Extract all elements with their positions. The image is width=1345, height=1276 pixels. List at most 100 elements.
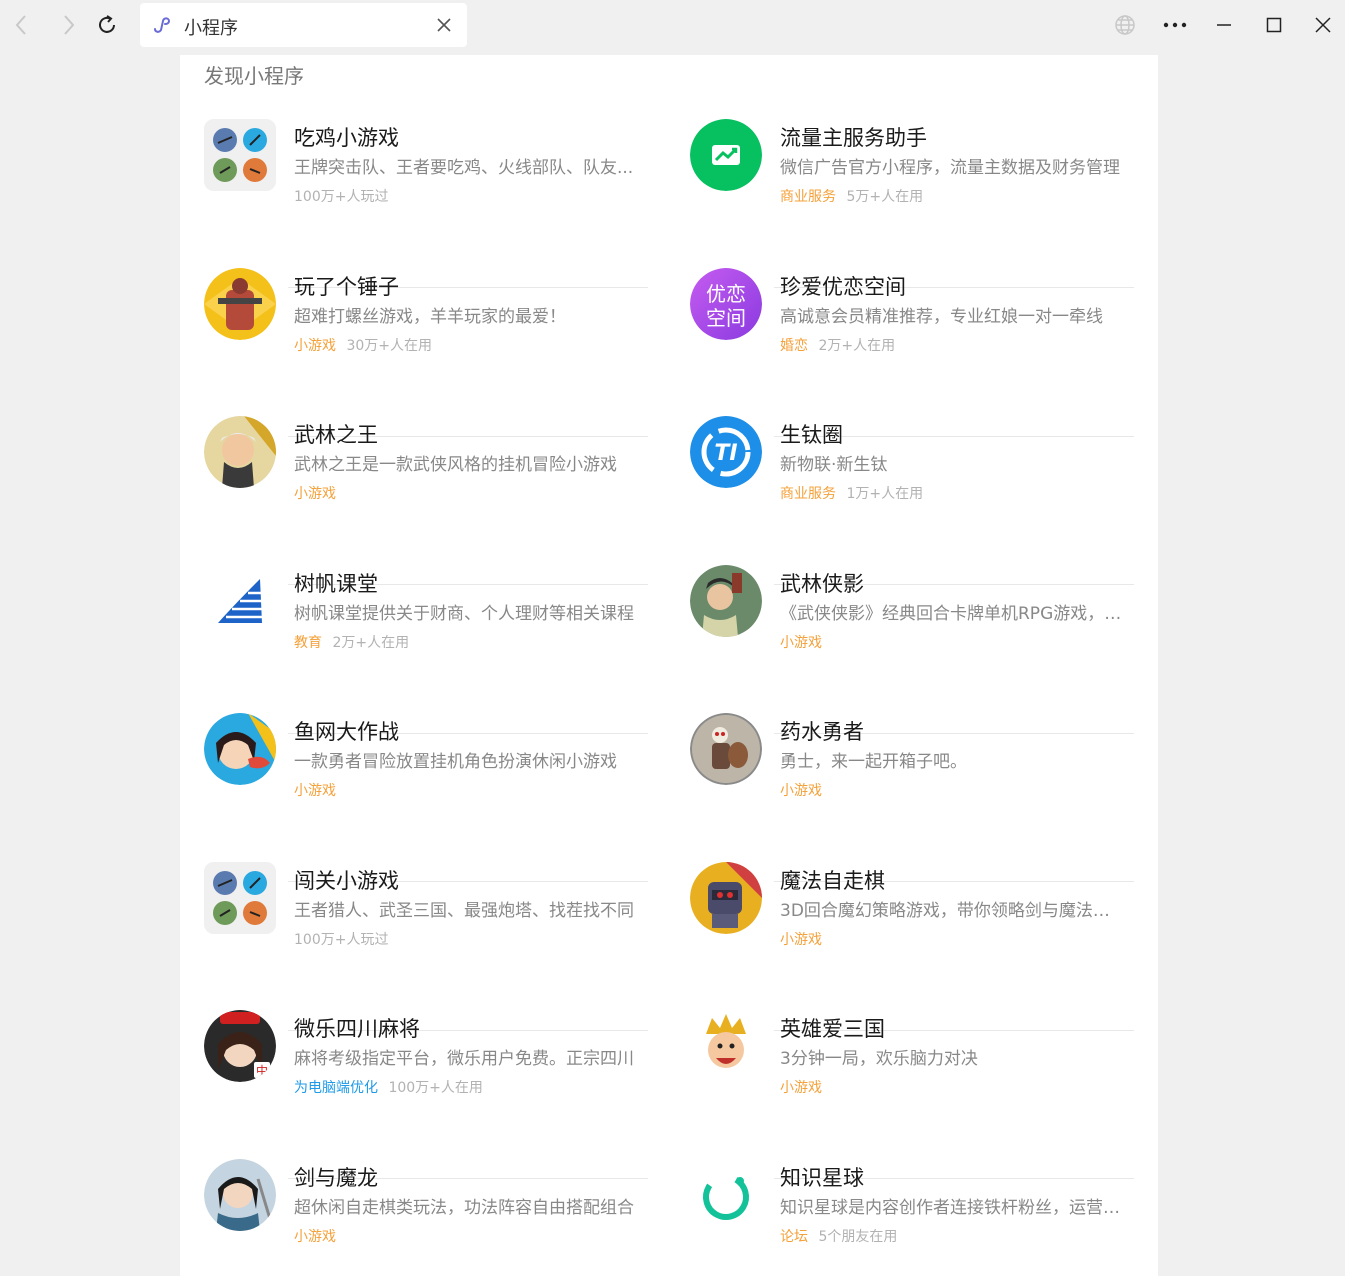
item-description: 新物联·新生钛 — [780, 455, 888, 475]
item-description: 微信广告官方小程序，流量主数据及财务管理 — [780, 158, 1120, 178]
item-user-count: 2万+人在用 — [818, 337, 896, 354]
mini-program-item[interactable]: 魔法自走棋 3D回合魔幻策略游戏，带你领略剑与魔法的世界 小游戏 — [690, 858, 1150, 1031]
item-description: 3分钟一局，欢乐脑力对决 — [780, 1049, 978, 1069]
item-name: 药水勇者 — [780, 720, 864, 744]
back-button[interactable] — [6, 8, 36, 42]
title-bar: 小程序 — [0, 0, 1345, 50]
forward-button[interactable] — [54, 8, 84, 42]
mini-program-item[interactable]: 知识星球 知识星球是内容创作者连接铁杆粉丝，运营社群 论坛 5个朋友在用 — [690, 1155, 1150, 1276]
forward-arrow-icon — [64, 15, 75, 35]
item-tag: 商业服务 — [780, 189, 836, 205]
hero-avatar-icon — [690, 564, 762, 637]
item-tag: 小游戏 — [780, 1080, 822, 1096]
planet-logo-icon — [690, 1158, 762, 1231]
mini-program-item[interactable]: 武林之王 武林之王是一款武侠风格的挂机冒险小游戏 小游戏 — [204, 412, 664, 585]
girl-avatar-icon — [204, 713, 276, 785]
item-user-count: 100万+人玩过 — [294, 189, 389, 205]
mini-program-panel: 发现小程序 吃鸡小游戏 王牌突击队、王者要吃鸡、火线部队、队友... 100万+… — [180, 55, 1158, 1276]
item-name: 英雄爱三国 — [780, 1017, 885, 1041]
item-description: 勇士，来一起开箱子吧。 — [780, 752, 967, 772]
tab-mini-program[interactable]: 小程序 — [140, 3, 467, 47]
svg-text:空间: 空间 — [706, 306, 746, 330]
item-tag: 小游戏 — [294, 486, 336, 502]
back-arrow-icon — [15, 15, 26, 35]
mini-program-item[interactable]: TI 生钛圈 新物联·新生钛 商业服务 1万+人在用 — [690, 412, 1150, 585]
refresh-icon — [99, 15, 115, 33]
item-meta: 100万+人玩过 — [294, 186, 388, 206]
item-user-count: 100万+人玩过 — [294, 931, 389, 948]
swordsman-avatar-icon — [204, 1158, 276, 1231]
minimize-icon — [1217, 24, 1231, 26]
maximize-button[interactable] — [1257, 8, 1291, 42]
close-icon — [437, 18, 451, 32]
mini-program-item[interactable]: 吃鸡小游戏 王牌突击队、王者要吃鸡、火线部队、队友... 100万+人玩过 — [204, 115, 664, 288]
mini-program-item[interactable]: 流量主服务助手 微信广告官方小程序，流量主数据及财务管理 商业服务 5万+人在用 — [690, 115, 1150, 288]
item-name: 吃鸡小游戏 — [294, 126, 399, 150]
item-tag: 论坛 — [780, 1228, 808, 1245]
item-meta: 商业服务 5万+人在用 — [780, 186, 923, 206]
mini-program-item[interactable]: 药水勇者 勇士，来一起开箱子吧。 小游戏 — [690, 709, 1150, 882]
warrior-avatar-icon — [204, 416, 276, 488]
item-description: 《武侠侠影》经典回合卡牌单机RPG游戏，热血 — [780, 603, 1122, 624]
mini-program-item[interactable]: 武林侠影 《武侠侠影》经典回合卡牌单机RPG游戏，热血 小游戏 — [690, 561, 1150, 734]
sail-logo-icon — [204, 564, 276, 637]
trend-chart-icon — [690, 119, 762, 191]
item-meta: 小游戏 — [294, 1226, 342, 1246]
item-name: 微乐四川麻将 — [294, 1017, 420, 1041]
close-icon — [1315, 17, 1331, 33]
svg-text:TI: TI — [714, 441, 737, 466]
item-meta: 为电脑端优化 100万+人在用 — [294, 1077, 483, 1097]
item-meta: 教育 2万+人在用 — [294, 632, 409, 652]
game-collection-icon — [204, 861, 276, 934]
mini-program-item[interactable]: 闯关小游戏 王者猎人、武圣三国、最强炮塔、找茬找不同 100万+人玩过 — [204, 858, 664, 1031]
svg-text:中: 中 — [256, 1063, 268, 1078]
more-button[interactable] — [1158, 8, 1192, 42]
robot-knight-icon — [690, 861, 762, 934]
item-tag: 为电脑端优化 — [294, 1080, 378, 1096]
game-collection-icon — [204, 119, 276, 191]
minimize-button[interactable] — [1207, 8, 1241, 42]
item-tag: 小游戏 — [780, 931, 822, 948]
item-meta: 小游戏 — [294, 483, 342, 503]
item-tag: 商业服务 — [780, 486, 836, 502]
close-window-button[interactable] — [1306, 8, 1340, 42]
item-tag: 小游戏 — [294, 783, 336, 799]
mahjong-avatar-icon: 中 — [204, 1010, 276, 1082]
more-icon — [1163, 22, 1187, 28]
globe-icon — [1115, 15, 1135, 35]
item-description: 麻将考级指定平台，微乐用户免费。正宗四川 — [294, 1049, 634, 1069]
svg-text:优恋: 优恋 — [706, 282, 746, 306]
refresh-button[interactable] — [92, 8, 122, 42]
mini-program-item[interactable]: 中 微乐四川麻将 麻将考级指定平台，微乐用户免费。正宗四川 为电脑端优化 100… — [204, 1006, 664, 1179]
item-name: 魔法自走棋 — [780, 868, 885, 893]
item-user-count: 30万+人在用 — [346, 337, 432, 354]
item-meta: 小游戏 — [294, 780, 342, 800]
item-meta: 小游戏 — [780, 1077, 828, 1097]
mini-program-item[interactable]: 鱼网大作战 一款勇者冒险放置挂机角色扮演休闲小游戏 小游戏 — [204, 709, 664, 882]
item-meta: 小游戏 — [780, 929, 828, 949]
love-space-icon: 优恋 空间 — [690, 267, 762, 340]
item-tag: 小游戏 — [294, 337, 336, 354]
mini-program-item[interactable]: 优恋 空间 珍爱优恋空间 高诚意会员精准推荐，专业红娘一对一牵线 婚恋 2万+人在… — [690, 264, 1150, 437]
mini-program-item[interactable]: 英雄爱三国 3分钟一局，欢乐脑力对决 小游戏 — [690, 1006, 1150, 1179]
robot-game-icon — [204, 267, 276, 340]
item-user-count: 2万+人在用 — [332, 634, 410, 651]
item-name: 珍爱优恋空间 — [780, 274, 906, 299]
language-button[interactable] — [1108, 8, 1142, 42]
item-meta: 小游戏 — [780, 780, 828, 800]
mini-program-item[interactable]: 玩了个锤子 超难打螺丝游戏，羊羊玩家的最爱！ 小游戏 30万+人在用 — [204, 264, 664, 437]
section-title: 发现小程序 — [204, 64, 304, 88]
tab-title: 小程序 — [184, 18, 238, 39]
item-user-count: 5个朋友在用 — [818, 1228, 898, 1245]
mini-program-item[interactable]: 树帆课堂 树帆课堂提供关于财商、个人理财等相关课程 教育 2万+人在用 — [204, 561, 664, 734]
mini-program-item[interactable]: 剑与魔龙 超休闲自走棋类玩法，功法阵容自由搭配组合 小游戏 — [204, 1155, 664, 1276]
item-description: 高诚意会员精准推荐，专业红娘一对一牵线 — [780, 306, 1103, 327]
item-meta: 婚恋 2万+人在用 — [780, 335, 895, 355]
item-description: 武林之王是一款武侠风格的挂机冒险小游戏 — [294, 455, 617, 475]
item-user-count: 100万+人在用 — [388, 1080, 483, 1096]
item-tag: 小游戏 — [780, 634, 822, 651]
maximize-icon — [1266, 17, 1282, 33]
tab-close-button[interactable] — [433, 14, 455, 36]
item-meta: 100万+人玩过 — [294, 929, 388, 949]
item-name: 流量主服务助手 — [780, 126, 927, 150]
